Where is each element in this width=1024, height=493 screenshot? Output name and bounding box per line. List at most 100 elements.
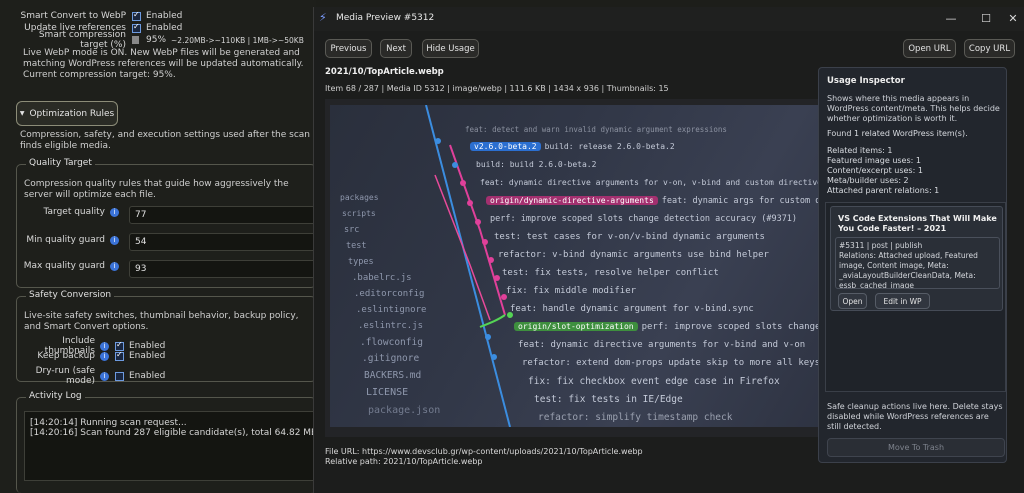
info-icon[interactable]: i bbox=[110, 207, 119, 217]
file-tree-item: BACKERS.md bbox=[364, 370, 422, 381]
file-tree-item: .eslintignore bbox=[356, 305, 427, 315]
dialog-title: Media Preview #5312 bbox=[336, 13, 435, 23]
inspector-description: Shows where this media appears in WordPr… bbox=[827, 94, 1000, 123]
file-tree-item: package.json bbox=[368, 405, 441, 416]
quality-target-group: Quality Target Compression quality rules… bbox=[16, 158, 325, 288]
related-item-details: #5311 | post | publish Relations: Attach… bbox=[835, 237, 1000, 289]
commit-line: build: build 2.6.0-beta.2 bbox=[476, 160, 597, 169]
activity-log[interactable]: [14:20:14] Running scan request... [14:2… bbox=[24, 411, 314, 481]
optimization-rules-button[interactable]: ▼ Optimization Rules bbox=[16, 101, 118, 126]
compression-label: Smart compression target (%) bbox=[38, 30, 126, 50]
dry-run-value: Enabled bbox=[129, 371, 166, 381]
tag-label: v2.6.0-beta.2 bbox=[470, 142, 541, 151]
info-icon[interactable]: i bbox=[110, 261, 119, 271]
file-tree-item: LICENSE bbox=[366, 387, 409, 398]
target-quality-input[interactable]: 77 bbox=[129, 206, 325, 224]
dry-run-label: Dry-run (safe mode) bbox=[35, 366, 95, 386]
compression-summary: ~2.20MB->~110KB | 1MB->~50KB bbox=[171, 35, 304, 45]
commit-line: v2.6.0-beta.2 build: release 2.6.0-beta.2 bbox=[470, 142, 675, 151]
commit-message: perf: improve scoped slots change detect… bbox=[641, 322, 820, 332]
edit-in-wp-button[interactable]: Edit in WP bbox=[875, 293, 930, 309]
safety-conversion-desc: Live-site safety switches, thumbnail beh… bbox=[24, 311, 299, 332]
open-post-button[interactable]: Open bbox=[838, 293, 867, 309]
quality-target-title: Quality Target bbox=[26, 158, 95, 168]
smart-convert-checkbox[interactable] bbox=[132, 10, 141, 21]
commit-line: fix: fix middle modifier bbox=[506, 286, 637, 296]
keep-backup-label: Keep backup bbox=[37, 351, 95, 361]
compression-slider-handle[interactable] bbox=[132, 36, 139, 44]
file-tree-item: test bbox=[346, 241, 367, 251]
file-url: File URL: https://www.devsclub.gr/wp-con… bbox=[325, 447, 643, 456]
media-preview-dialog: ⚡ Media Preview #5312 — ☐ ✕ Previous Nex… bbox=[313, 7, 1024, 493]
commit-message: build: release 2.6.0-beta.2 bbox=[544, 142, 675, 151]
app-logo-icon: ⚡ bbox=[319, 11, 327, 24]
keep-backup-value: Enabled bbox=[129, 351, 166, 361]
next-button[interactable]: Next bbox=[380, 39, 412, 58]
found-count: Found 1 related WordPress item(s). bbox=[827, 129, 968, 138]
info-icon[interactable]: i bbox=[110, 235, 119, 245]
file-meta: Item 68 / 287 | Media ID 5312 | image/we… bbox=[325, 84, 669, 93]
info-icon[interactable]: i bbox=[100, 341, 109, 351]
optimization-rules-label: Optimization Rules bbox=[29, 108, 115, 119]
related-items-list[interactable]: VS Code Extensions That Will Make You Co… bbox=[825, 202, 1006, 392]
webp-mode-note: Live WebP mode is ON. New WebP files wil… bbox=[23, 48, 304, 80]
file-url-info: File URL: https://www.devsclub.gr/wp-con… bbox=[325, 447, 643, 467]
move-to-trash-button[interactable]: Move To Trash bbox=[827, 438, 1005, 457]
related-item-relations: Relations: Attached upload, Featured ima… bbox=[839, 251, 978, 289]
commit-line: feat: dynamic directive arguments for v-… bbox=[480, 178, 820, 187]
commit-line: fix: fix checkbox event edge case in Fir… bbox=[528, 376, 780, 387]
dialog-titlebar[interactable]: ⚡ Media Preview #5312 — ☐ ✕ bbox=[314, 7, 1024, 31]
file-tree-item: .flowconfig bbox=[360, 337, 423, 348]
file-tree-item: scripts bbox=[342, 209, 376, 218]
commit-line: origin/dynamic-directive-arguments feat: … bbox=[486, 196, 820, 206]
file-tree-item: .gitignore bbox=[362, 353, 420, 364]
safe-cleanup-note: Safe cleanup actions live here. Delete s… bbox=[827, 402, 1003, 431]
usage-stats: Related items: 1 Featured image uses: 1 … bbox=[827, 146, 939, 196]
commit-line: feat: handle dynamic argument for v-bind… bbox=[510, 304, 754, 314]
commit-message: feat: dynamic args for custom directives bbox=[661, 196, 820, 206]
open-url-button[interactable]: Open URL bbox=[903, 39, 956, 58]
inspector-title: Usage Inspector bbox=[827, 76, 905, 86]
related-item-title: VS Code Extensions That Will Make You Co… bbox=[838, 214, 997, 233]
update-refs-value: Enabled bbox=[146, 23, 183, 33]
hide-usage-button[interactable]: Hide Usage bbox=[422, 39, 479, 58]
related-item-card: VS Code Extensions That Will Make You Co… bbox=[830, 206, 1003, 311]
commit-line: perf: improve scoped slots change detect… bbox=[490, 214, 798, 224]
min-quality-input[interactable]: 54 bbox=[129, 233, 325, 251]
previous-button[interactable]: Previous bbox=[325, 39, 372, 58]
stat-line: Featured image uses: 1 bbox=[827, 156, 921, 165]
include-thumbnails-value: Enabled bbox=[129, 341, 166, 351]
compression-value: 95% bbox=[146, 35, 167, 45]
commit-line: refactor: v-bind dynamic arguments use b… bbox=[498, 250, 769, 260]
update-refs-checkbox[interactable] bbox=[132, 22, 141, 33]
safety-conversion-group: Safety Conversion Live-site safety switc… bbox=[16, 290, 316, 386]
rules-description: Compression, safety, and execution setti… bbox=[20, 130, 311, 151]
stat-line: Content/excerpt uses: 1 bbox=[827, 166, 923, 175]
max-quality-label: Max quality guard bbox=[23, 261, 105, 271]
tag-label: origin/dynamic-directive-arguments bbox=[486, 196, 658, 205]
commit-line: test: fix tests in IE/Edge bbox=[534, 394, 683, 405]
safety-conversion-title: Safety Conversion bbox=[26, 290, 115, 300]
related-item-id: #5311 | post | publish bbox=[839, 241, 923, 250]
target-quality-label: Target quality bbox=[43, 207, 106, 217]
image-preview: feat: detect and warn invalid dynamic ar… bbox=[325, 99, 821, 437]
maximize-icon[interactable]: ☐ bbox=[978, 11, 994, 27]
commit-line: origin/slot-optimization perf: improve sc… bbox=[514, 322, 820, 332]
max-quality-input[interactable]: 93 bbox=[129, 260, 325, 278]
commit-line: test: test cases for v-on/v-bind dynamic… bbox=[494, 232, 765, 242]
info-icon[interactable]: i bbox=[100, 351, 109, 361]
dry-run-checkbox[interactable] bbox=[115, 371, 124, 381]
file-tree-item: .babelrc.js bbox=[352, 273, 412, 283]
info-icon[interactable]: i bbox=[100, 371, 109, 381]
minimize-icon[interactable]: — bbox=[943, 11, 959, 27]
copy-url-button[interactable]: Copy URL bbox=[964, 39, 1015, 58]
commit-line: test: fix tests, resolve helper conflict bbox=[502, 268, 719, 278]
file-tree-item: types bbox=[348, 257, 374, 267]
stat-line: Meta/builder uses: 2 bbox=[827, 176, 909, 185]
close-icon[interactable]: ✕ bbox=[1005, 11, 1021, 27]
file-path: 2021/10/TopArticle.webp bbox=[325, 67, 444, 77]
commit-line: feat: detect and warn invalid dynamic ar… bbox=[465, 125, 727, 134]
keep-backup-checkbox[interactable] bbox=[115, 350, 124, 361]
commit-line: refactor: simplify timestamp check bbox=[538, 412, 733, 423]
smart-convert-row: Smart Convert to WebP Enabled bbox=[16, 10, 316, 22]
